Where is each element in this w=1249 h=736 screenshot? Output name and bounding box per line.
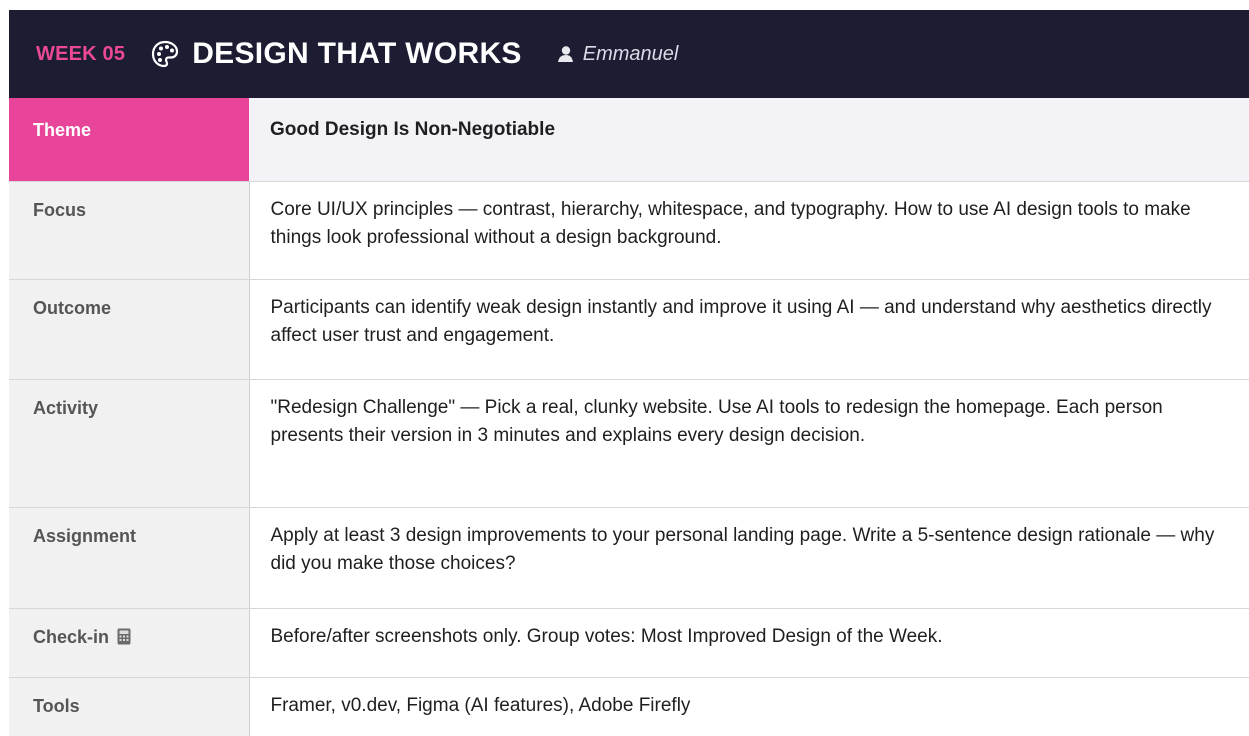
row-label-cell: Check-in: [9, 609, 249, 678]
table-row-assignment: Assignment Apply at least 3 design impro…: [9, 508, 1249, 609]
table-row-tools: Tools Framer, v0.dev, Figma (AI features…: [9, 678, 1249, 736]
row-label: Theme: [9, 98, 249, 182]
author-name: Emmanuel: [583, 43, 679, 66]
week-title: DESIGN THAT WORKS: [192, 37, 522, 71]
row-value: Core UI/UX principles — contrast, hierar…: [249, 182, 1249, 280]
row-label: Tools: [9, 678, 249, 736]
table-row-outcome: Outcome Participants can identify weak d…: [9, 280, 1249, 380]
row-label: Activity: [9, 380, 249, 508]
row-label: Focus: [9, 182, 249, 280]
calculator-icon: [117, 625, 131, 642]
week-details-table: Theme Good Design Is Non-Negotiable Focu…: [9, 98, 1249, 736]
week-number: WEEK 05: [36, 43, 125, 66]
table-row-theme: Theme Good Design Is Non-Negotiable: [9, 98, 1249, 182]
palette-icon: [150, 39, 180, 69]
row-label: Outcome: [9, 280, 249, 380]
row-label: Assignment: [9, 508, 249, 609]
user-icon: [556, 45, 574, 63]
row-value: Apply at least 3 design improvements to …: [249, 508, 1249, 609]
table-row-focus: Focus Core UI/UX principles — contrast, …: [9, 182, 1249, 280]
row-value: Good Design Is Non-Negotiable: [249, 98, 1249, 182]
row-value: Before/after screenshots only. Group vot…: [249, 609, 1249, 678]
row-value: "Redesign Challenge" — Pick a real, clun…: [249, 380, 1249, 508]
table-row-activity: Activity "Redesign Challenge" — Pick a r…: [9, 380, 1249, 508]
row-value: Framer, v0.dev, Figma (AI features), Ado…: [249, 678, 1249, 736]
table-row-checkin: Check-in Before/after screenshots only. …: [9, 609, 1249, 678]
row-label: Check-in: [33, 627, 109, 647]
row-value: Participants can identify weak design in…: [249, 280, 1249, 380]
week-header: WEEK 05 DESIGN THAT WORKS Emmanuel: [9, 10, 1249, 98]
